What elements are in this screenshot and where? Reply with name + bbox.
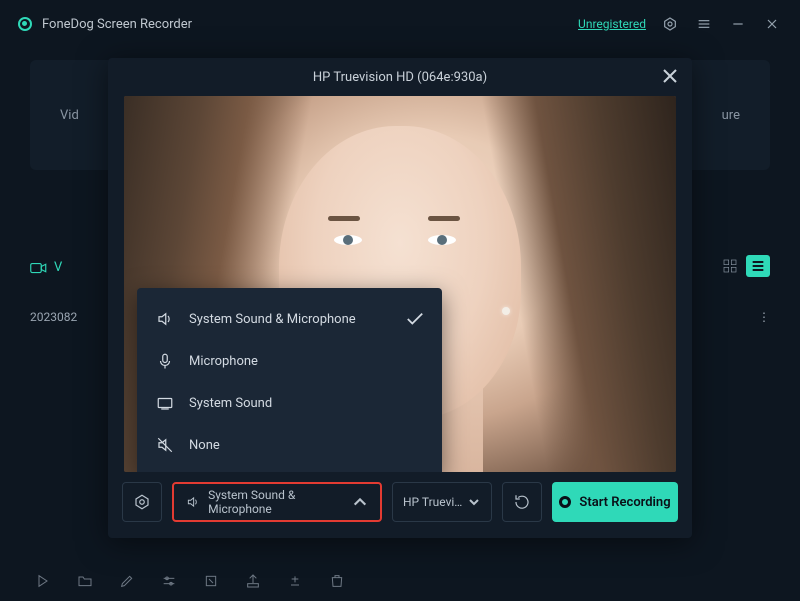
compress-icon[interactable] (203, 573, 219, 589)
bottom-toolbar (35, 573, 345, 589)
edit-icon[interactable] (119, 573, 135, 589)
sliders-icon[interactable] (161, 573, 177, 589)
audio-option-label: System Sound (189, 396, 272, 411)
microphone-icon (155, 352, 175, 370)
start-recording-label: Start Recording (579, 495, 670, 510)
video-tab-label[interactable]: V (54, 260, 62, 275)
speaker-icon (155, 310, 175, 328)
bg-right-label: ure (722, 108, 740, 123)
audio-option-system[interactable]: System Sound (137, 382, 442, 424)
audio-option-system-mic[interactable]: System Sound & Microphone (137, 298, 442, 340)
close-icon[interactable] (762, 14, 782, 34)
audio-option-label: System Sound & Microphone (189, 312, 356, 327)
grid-view-button[interactable] (718, 255, 742, 277)
play-icon[interactable] (35, 573, 51, 589)
export-icon[interactable] (245, 573, 261, 589)
bg-left-label: Vid (60, 108, 79, 123)
reset-button[interactable] (502, 482, 542, 522)
list-view-button[interactable] (746, 255, 770, 277)
add-icon[interactable] (287, 573, 303, 589)
app-logo-icon (18, 17, 32, 31)
check-icon (406, 312, 424, 326)
audio-option-label: Microphone (189, 354, 258, 369)
start-recording-button[interactable]: Start Recording (552, 482, 678, 522)
menu-icon[interactable] (694, 14, 714, 34)
file-menu-icon[interactable]: ⋮ (758, 310, 770, 324)
settings-hex-icon[interactable] (660, 14, 680, 34)
chevron-up-icon (352, 494, 368, 510)
minimize-icon[interactable] (728, 14, 748, 34)
folder-icon[interactable] (77, 573, 93, 589)
dialog-close-button[interactable] (662, 68, 678, 84)
chevron-down-icon (468, 496, 480, 508)
dialog-settings-button[interactable] (122, 482, 162, 522)
camera-preview: System Sound & Microphone Microphone Sys… (124, 96, 676, 472)
file-date-label: 2023082 (30, 310, 77, 324)
audio-source-selector[interactable]: System Sound & Microphone (172, 482, 382, 522)
camera-selector[interactable]: HP Truevi… (392, 482, 492, 522)
system-sound-icon (155, 394, 175, 412)
record-icon (559, 496, 571, 508)
trash-icon[interactable] (329, 573, 345, 589)
audio-source-dropdown: System Sound & Microphone Microphone Sys… (137, 288, 442, 472)
audio-option-none[interactable]: None (137, 424, 442, 466)
camera-dialog: HP Truevision HD (064e:930a) System Soun… (108, 58, 692, 538)
video-tab-icon (30, 261, 48, 275)
app-title: FoneDog Screen Recorder (42, 17, 192, 32)
audio-selected-label: System Sound & Microphone (208, 488, 344, 516)
audio-option-label: None (189, 438, 220, 453)
camera-selected-label: HP Truevi… (403, 495, 462, 509)
mute-icon (155, 436, 175, 454)
dialog-title: HP Truevision HD (064e:930a) (313, 70, 487, 85)
audio-option-microphone[interactable]: Microphone (137, 340, 442, 382)
unregistered-link[interactable]: Unregistered (578, 17, 646, 31)
